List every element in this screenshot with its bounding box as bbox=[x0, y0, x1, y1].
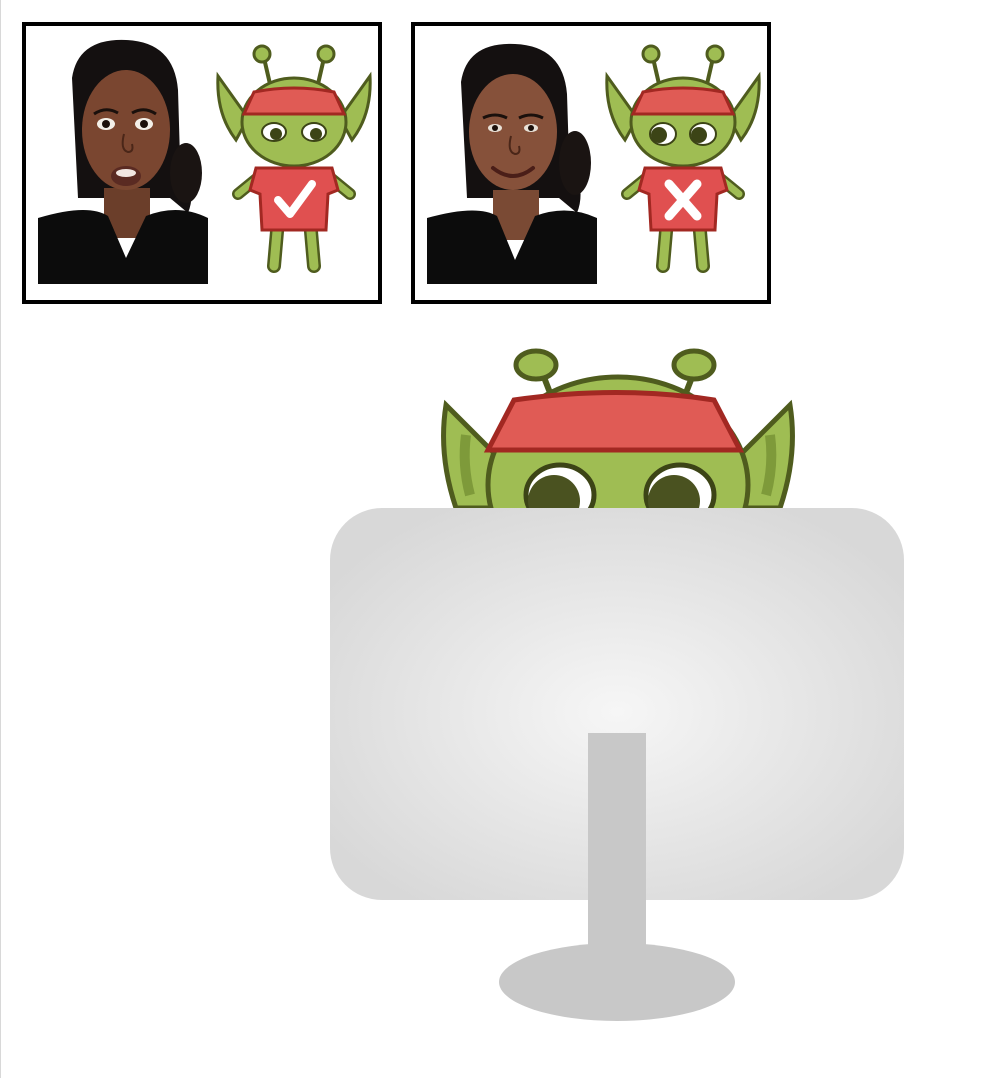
choice-card-surprised[interactable] bbox=[22, 22, 382, 304]
monitor-stand-neck bbox=[588, 733, 646, 955]
left-edge-divider bbox=[0, 0, 1, 1078]
face-photo-happy bbox=[427, 38, 597, 284]
choice-card-happy[interactable] bbox=[411, 22, 771, 304]
face-photo-surprised bbox=[38, 38, 208, 284]
alien-peeking bbox=[441, 348, 795, 508]
alien-incorrect bbox=[605, 44, 761, 273]
monitor-stand-base bbox=[499, 943, 735, 1021]
alien-correct bbox=[216, 44, 372, 273]
